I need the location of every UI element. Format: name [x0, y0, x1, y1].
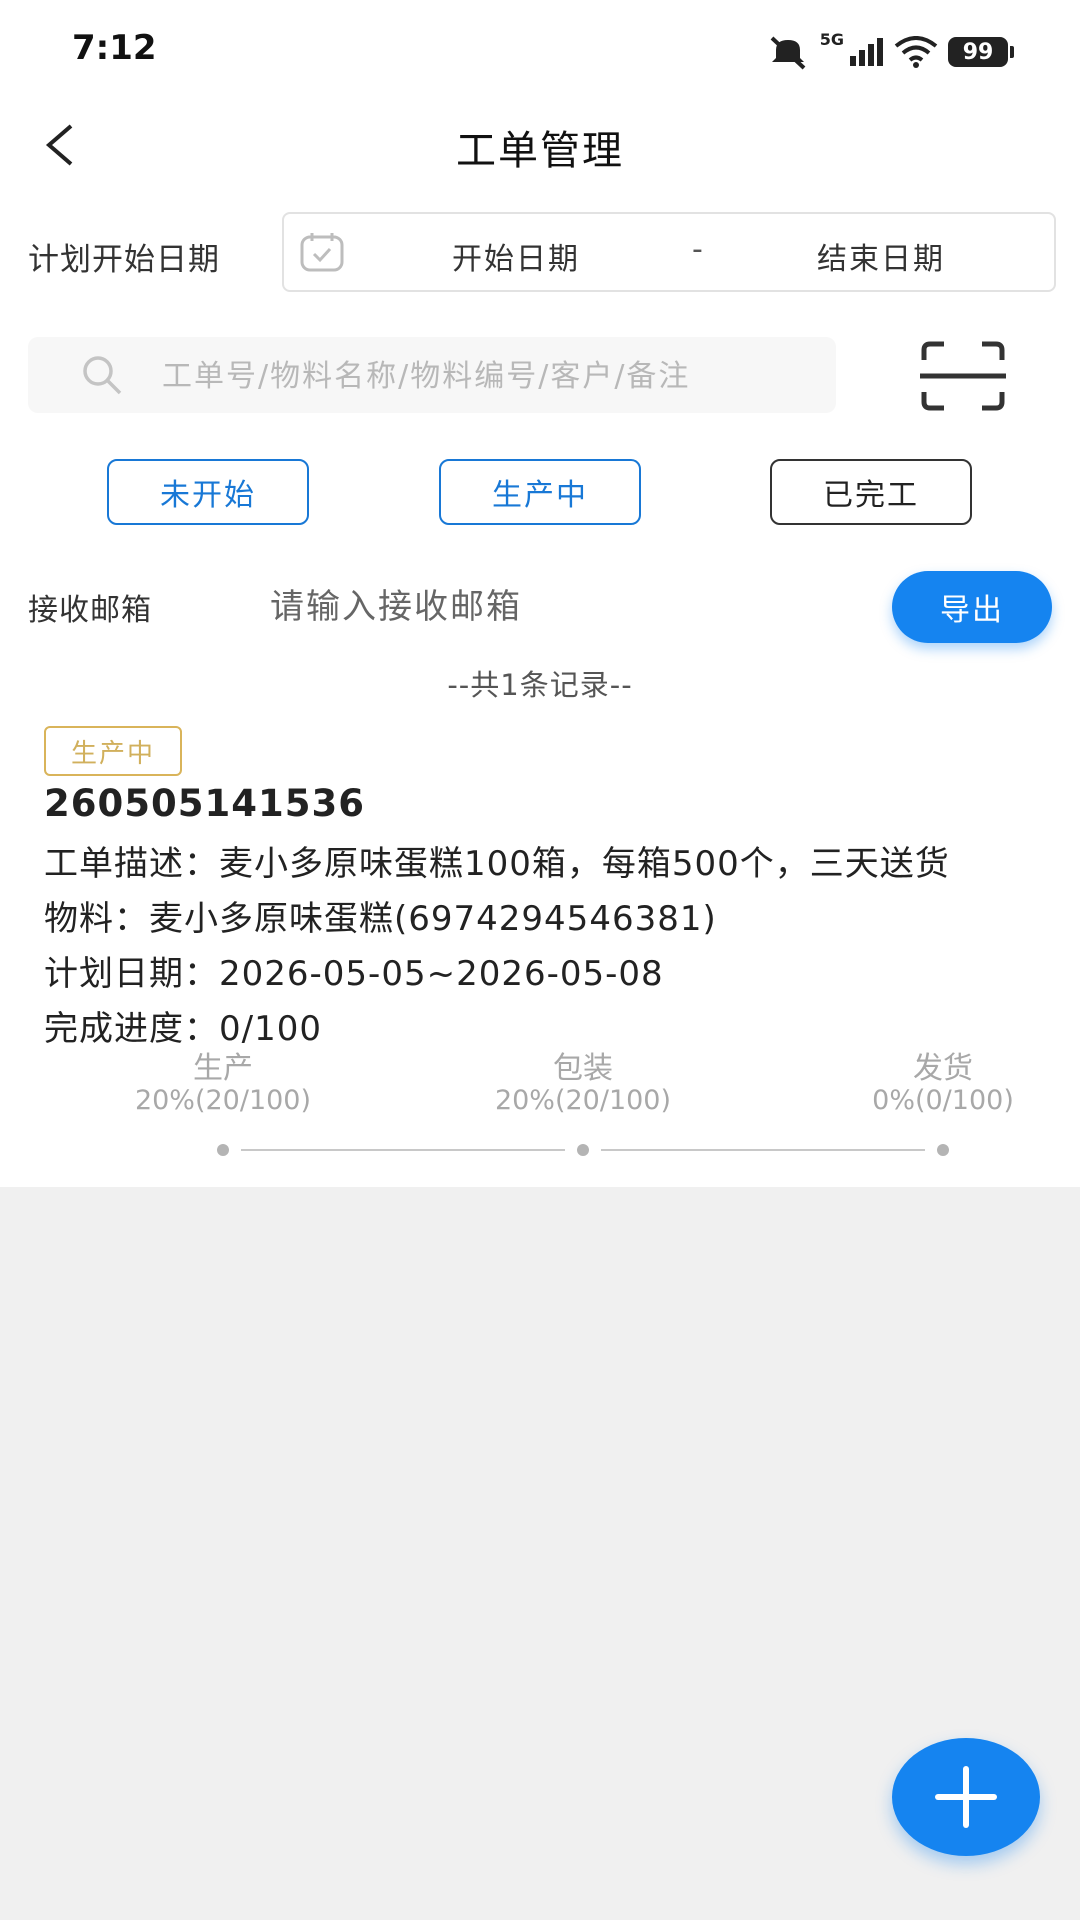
step-dot	[937, 1144, 949, 1156]
step-packaging: 包装 20%(20/100)	[463, 1052, 703, 1116]
status-bar: 7:12 5G 99	[0, 0, 1080, 100]
step-shipping: 发货 0%(0/100)	[823, 1052, 1063, 1116]
search-input[interactable]	[160, 337, 824, 415]
step-connector	[601, 1149, 925, 1151]
calendar-icon	[300, 233, 344, 272]
search-box[interactable]	[28, 337, 836, 415]
step-name: 包装	[553, 1051, 613, 1086]
filter-completed-button[interactable]: 已完工	[770, 459, 972, 525]
battery-icon: 99	[948, 37, 1014, 67]
email-label: 接收邮箱	[28, 593, 152, 628]
date-filter-label: 计划开始日期	[28, 242, 220, 278]
step-production: 生产 20%(20/100)	[103, 1052, 343, 1116]
order-number: 260505141536	[44, 782, 365, 825]
step-percent: 20%(20/100)	[494, 1085, 672, 1116]
filter-in-production-button[interactable]: 生产中	[439, 459, 641, 525]
order-progress: 完成进度：0/100	[44, 1009, 322, 1049]
mute-icon	[770, 36, 806, 70]
order-description: 工单描述：麦小多原味蛋糕100箱，每箱500个，三天送货	[44, 844, 950, 884]
order-plan-date: 计划日期：2026-05-05~2026-05-08	[44, 954, 664, 994]
step-dot	[217, 1144, 229, 1156]
status-icons: 5G 99	[766, 30, 1014, 74]
end-date-field[interactable]: 结束日期	[817, 234, 945, 278]
scan-icon[interactable]	[920, 340, 1006, 412]
header: 工单管理	[0, 100, 1080, 190]
step-name: 生产	[193, 1051, 253, 1086]
page-title: 工单管理	[456, 128, 624, 174]
work-order-screen: 7:12 5G 99 工单管理 计划开始日期 开始日期 - 结束日期 工单号/物…	[0, 0, 1080, 1920]
signal-icon	[850, 38, 883, 66]
email-input[interactable]	[268, 572, 862, 642]
step-percent: 0%(0/100)	[872, 1085, 1014, 1116]
wifi-icon	[894, 36, 938, 68]
start-date-field[interactable]: 开始日期	[452, 234, 580, 278]
date-separator: -	[692, 232, 703, 267]
step-dot	[577, 1144, 589, 1156]
step-connector	[241, 1149, 565, 1151]
order-material: 物料：麦小多原味蛋糕(6974294546381)	[44, 899, 717, 939]
step-percent: 20%(20/100)	[134, 1085, 312, 1116]
plus-icon	[935, 1766, 997, 1828]
filter-not-started-button[interactable]: 未开始	[107, 459, 309, 525]
export-button[interactable]: 导出	[892, 571, 1052, 643]
date-filter-row: 计划开始日期 开始日期 - 结束日期	[0, 212, 1080, 292]
status-badge: 生产中	[44, 726, 182, 776]
step-name: 发货	[913, 1051, 973, 1086]
network-label: 5G	[819, 30, 844, 49]
status-time: 7:12	[72, 28, 157, 68]
date-range-picker[interactable]: 开始日期 - 结束日期	[282, 212, 1056, 292]
search-icon	[83, 356, 122, 395]
add-work-order-button[interactable]	[892, 1738, 1040, 1856]
record-count: --共1条记录--	[447, 668, 633, 702]
content-area: 7:12 5G 99 工单管理 计划开始日期 开始日期 - 结束日期 工单号/物…	[0, 0, 1080, 1187]
